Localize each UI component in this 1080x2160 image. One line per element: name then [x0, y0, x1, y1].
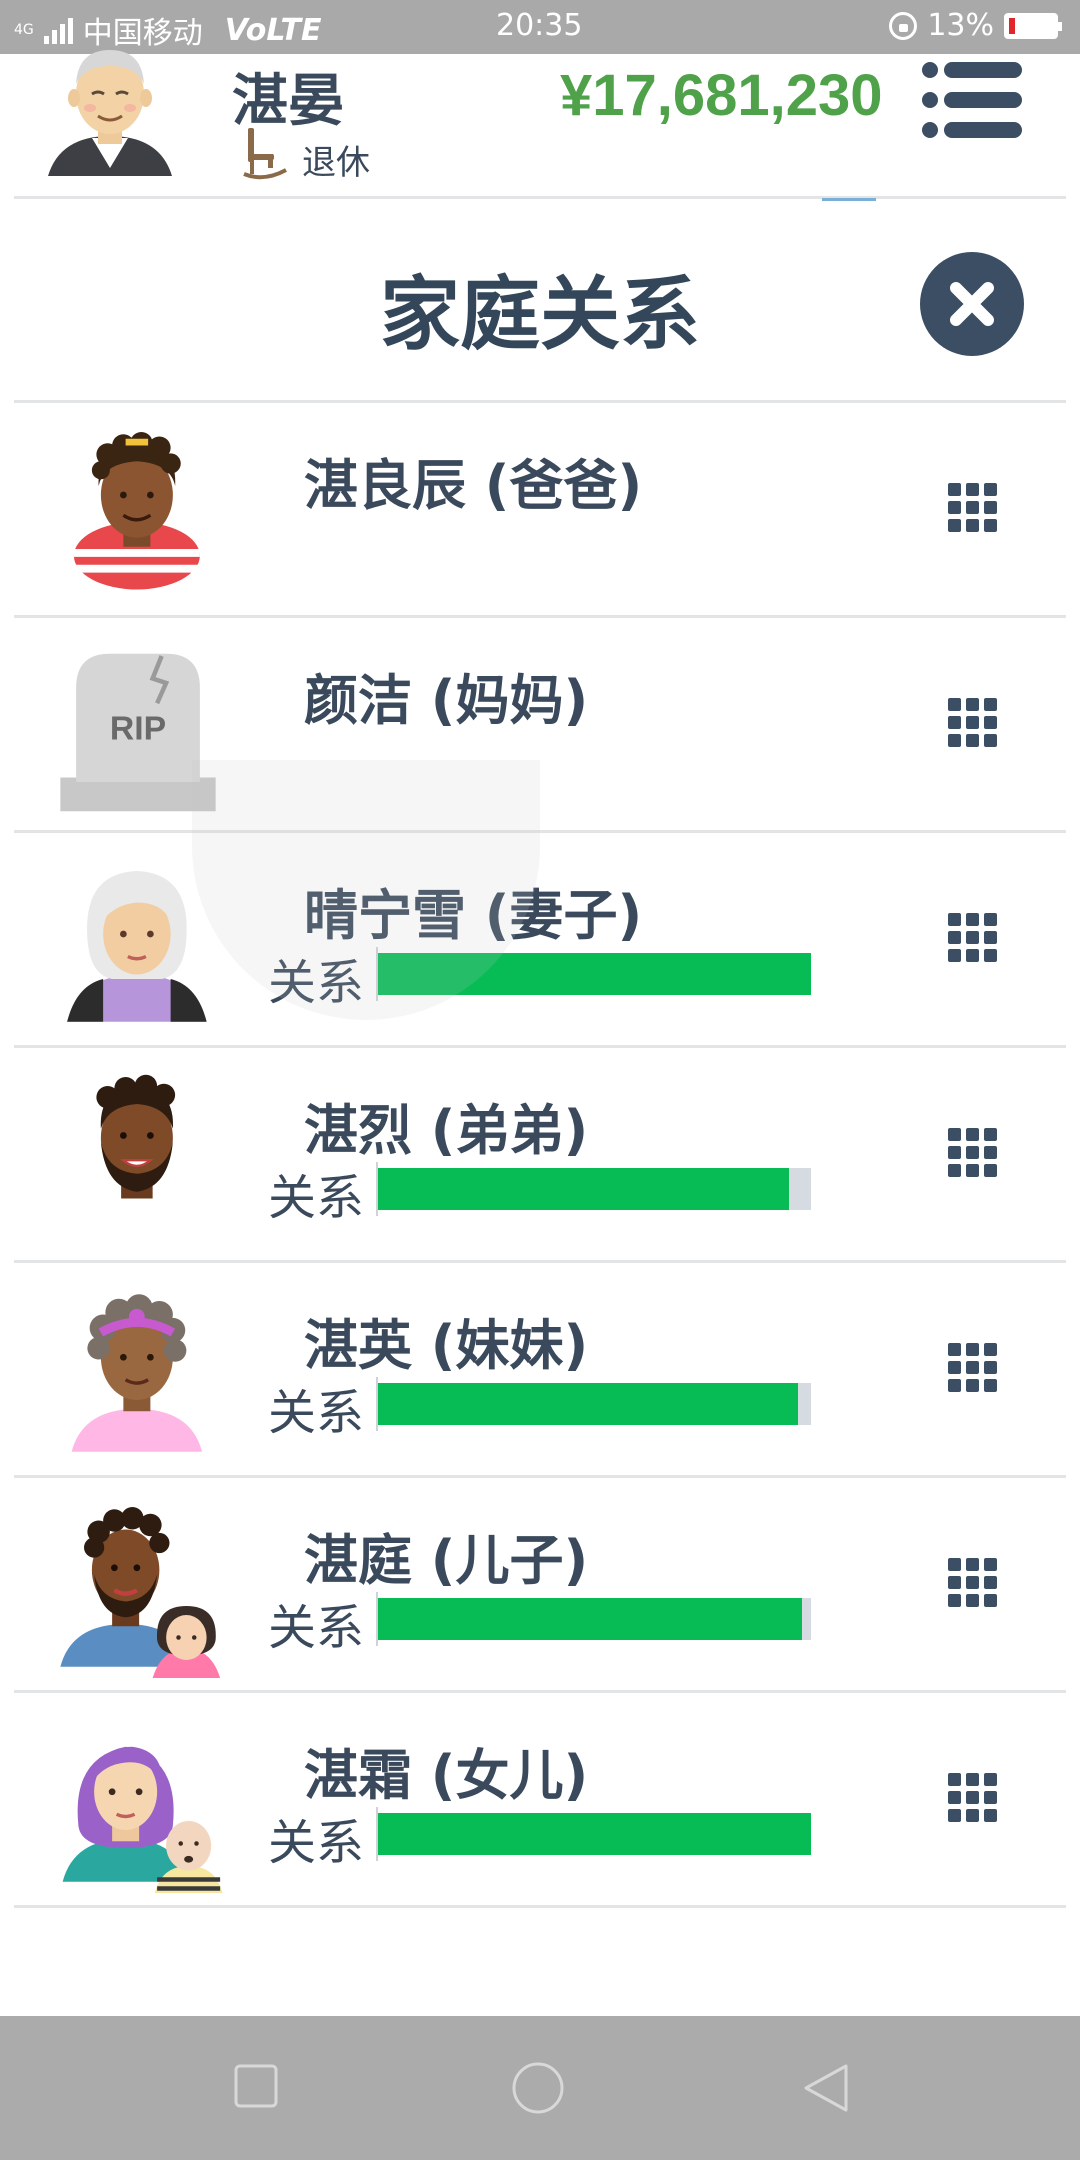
home-icon[interactable] — [510, 2062, 566, 2118]
relative-row[interactable]: 晴宁雪 (妻子) 关系 — [0, 833, 1080, 1048]
signal-icon — [43, 16, 73, 44]
relationship-bar-fill — [378, 1598, 803, 1640]
battery-level — [1009, 17, 1015, 34]
son-with-family-avatar-icon — [60, 1507, 221, 1678]
sister-avatar-icon — [71, 1294, 203, 1452]
relationship-label: 关系 — [268, 1815, 365, 1871]
relative-row[interactable]: RIP 颜洁 (妈妈) — [0, 618, 1080, 833]
relationship-bar-marker — [376, 1377, 378, 1431]
father-avatar-icon — [73, 432, 200, 590]
relationship-bar — [376, 1377, 811, 1431]
relationship-bar-fill — [378, 1813, 811, 1855]
clock: 20:35 — [496, 8, 583, 43]
dialog-title: 家庭关系 — [380, 268, 700, 361]
relative-row[interactable]: 湛良辰 (爸爸) — [0, 403, 1080, 618]
player-header: 湛晏 退休 ¥17,681,230 — [0, 50, 1080, 196]
relationship-label: 关系 — [268, 1600, 365, 1656]
row-divider — [14, 1905, 1066, 1908]
menu-icon[interactable] — [922, 60, 1024, 140]
rotation-lock-icon — [889, 11, 918, 40]
svg-text:RIP: RIP — [110, 709, 166, 747]
relative-actions-grid-icon[interactable] — [948, 1558, 998, 1608]
volte-indicator: VoLTE — [224, 12, 322, 48]
relative-name: 湛英 (妹妹) — [304, 1314, 589, 1377]
relative-actions-grid-icon[interactable] — [948, 698, 998, 748]
relationship-label: 关系 — [268, 1170, 365, 1226]
network-type: 4G — [14, 22, 34, 38]
relationship-bar — [376, 1592, 811, 1646]
relationship-bar — [376, 1162, 811, 1216]
daughter-with-family-avatar-icon — [62, 1746, 223, 1893]
relative-name: 湛良辰 (爸爸) — [304, 454, 643, 517]
rocking-chair-icon — [243, 128, 287, 180]
relative-name: 湛烈 (弟弟) — [304, 1099, 589, 1162]
relative-name: 湛庭 (儿子) — [304, 1529, 589, 1592]
battery-percent: 13% — [927, 8, 994, 43]
relatives-list: 湛良辰 (爸爸) RIP 颜洁 (妈妈) 晴宁雪 (妻子) 关系 湛烈 (弟弟) 关系 — [0, 403, 1080, 1908]
tab-indicator — [822, 198, 876, 201]
relationship-bar-fill — [378, 1168, 790, 1210]
recent-apps-icon[interactable] — [232, 2062, 280, 2110]
nav-bar — [0, 2016, 1080, 2160]
player-avatar[interactable] — [40, 44, 180, 184]
relative-row[interactable]: 湛庭 (儿子) 关系 — [0, 1478, 1080, 1693]
player-status: 退休 — [242, 124, 370, 184]
money-balance: ¥17,681,230 — [560, 63, 883, 128]
relative-name: 湛霜 (女儿) — [304, 1744, 589, 1807]
relative-actions-grid-icon[interactable] — [948, 913, 998, 963]
relationship-bar-marker — [376, 1807, 378, 1861]
battery-icon — [1004, 12, 1062, 39]
relationship-bar — [376, 1807, 811, 1861]
close-button[interactable] — [920, 252, 1024, 356]
relationship-bar-marker — [376, 1162, 378, 1216]
relative-actions-grid-icon[interactable] — [948, 1128, 998, 1178]
relative-row[interactable]: 湛霜 (女儿) 关系 — [0, 1693, 1080, 1908]
relative-row[interactable]: 湛烈 (弟弟) 关系 — [0, 1048, 1080, 1263]
relationship-label: 关系 — [268, 1385, 365, 1441]
close-icon — [950, 282, 994, 326]
status-label: 退休 — [302, 143, 370, 183]
header-divider — [14, 196, 1066, 199]
brother-avatar-icon — [96, 1074, 176, 1199]
relationship-bar-marker — [376, 1592, 378, 1646]
relative-name: 颜洁 (妈妈) — [304, 669, 589, 732]
relative-actions-grid-icon[interactable] — [948, 483, 998, 533]
back-icon[interactable] — [800, 2062, 852, 2114]
status-right: 13% — [889, 8, 1062, 43]
relative-row[interactable]: 湛英 (妹妹) 关系 — [0, 1263, 1080, 1478]
relative-actions-grid-icon[interactable] — [948, 1343, 998, 1393]
relationship-bar-fill — [378, 1383, 798, 1425]
relative-actions-grid-icon[interactable] — [948, 1773, 998, 1823]
